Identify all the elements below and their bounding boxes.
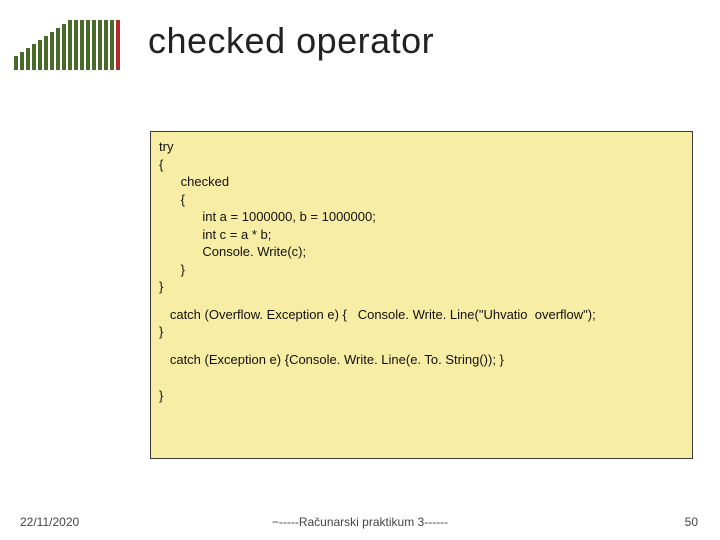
spacer	[159, 341, 684, 351]
bar-icon	[38, 40, 42, 70]
bar-icon	[56, 28, 60, 70]
bar-icon	[86, 20, 90, 70]
footer: 22/11/2020 −-----Računarski praktikum 3-…	[0, 512, 720, 532]
code-line: {	[159, 191, 684, 209]
code-line: {	[159, 156, 684, 174]
footer-center: −-----Računarski praktikum 3------	[0, 515, 720, 529]
code-line: catch (Overflow. Exception e) { Console.…	[159, 306, 684, 324]
code-line: try	[159, 138, 684, 156]
code-line: }	[159, 278, 684, 296]
code-line: }	[159, 323, 684, 341]
bar-icon	[110, 20, 114, 70]
page-title: checked operator	[148, 20, 434, 62]
bar-icon	[26, 48, 30, 70]
bar-icon	[50, 32, 54, 70]
bar-icon	[68, 20, 72, 70]
bar-icon	[62, 24, 66, 70]
bar-icon	[98, 20, 102, 70]
code-line: int a = 1000000, b = 1000000;	[159, 208, 684, 226]
code-line: }	[159, 387, 684, 405]
bar-icon	[104, 20, 108, 70]
code-line: int c = a * b;	[159, 226, 684, 244]
slide: checked operator try { checked { int a =…	[0, 0, 720, 540]
code-line: checked	[159, 173, 684, 191]
bar-icon	[14, 56, 18, 70]
bar-icon	[116, 20, 120, 70]
bar-icon	[92, 20, 96, 70]
bar-icon	[44, 36, 48, 70]
bar-icon	[20, 52, 24, 70]
spacer	[159, 369, 684, 387]
code-block: try { checked { int a = 1000000, b = 100…	[150, 131, 693, 459]
bar-icon	[32, 44, 36, 70]
decorative-bars	[14, 18, 120, 70]
spacer	[159, 296, 684, 306]
code-line: }	[159, 261, 684, 279]
code-line: Console. Write(c);	[159, 243, 684, 261]
code-line: catch (Exception e) {Console. Write. Lin…	[159, 351, 684, 369]
bar-icon	[80, 20, 84, 70]
bar-icon	[74, 20, 78, 70]
footer-page: 50	[685, 515, 698, 529]
footer-date: 22/11/2020	[20, 515, 79, 529]
